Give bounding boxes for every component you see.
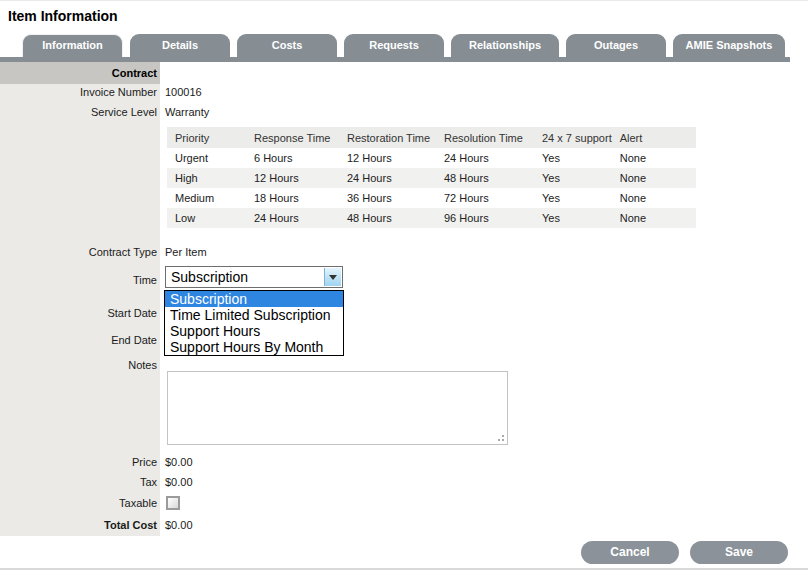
col-header-priority: Priority [167, 127, 246, 148]
bottom-divider [0, 568, 808, 570]
contract-type-label: Contract Type [0, 246, 157, 259]
cell: Medium [167, 188, 246, 208]
col-header-24x7-support: 24 x 7 support [534, 127, 612, 148]
end-date-label: End Date [0, 334, 157, 347]
cell: 24 Hours [246, 208, 339, 228]
tab-outages[interactable]: Outages [566, 34, 666, 57]
cell: 96 Hours [436, 208, 534, 228]
cell: None [612, 188, 696, 208]
save-button[interactable]: Save [690, 541, 788, 564]
total-cost-label: Total Cost [0, 519, 157, 532]
col-header-resolution-time: Resolution Time [436, 127, 534, 148]
select-arrow-button[interactable] [324, 268, 341, 286]
dropdown-option-support-hours[interactable]: Support Hours [165, 323, 343, 339]
tab-information[interactable]: Information [22, 34, 123, 57]
col-header-restoration-time: Restoration Time [339, 127, 436, 148]
resize-handle-icon [498, 439, 500, 441]
cell: Low [167, 208, 246, 228]
cell: 36 Hours [339, 188, 436, 208]
table-row-urgent: Urgent 6 Hours 12 Hours 24 Hours Yes Non… [167, 148, 696, 168]
cell: 48 Hours [339, 208, 436, 228]
cell: None [612, 148, 696, 168]
taxable-label: Taxable [0, 497, 157, 510]
cell: Yes [534, 208, 612, 228]
cell: 12 Hours [246, 168, 339, 188]
form-content: Contract Invoice Number 100016 Service L… [0, 62, 808, 536]
start-date-label: Start Date [0, 307, 157, 320]
notes-label: Notes [0, 359, 157, 372]
cancel-button[interactable]: Cancel [581, 541, 679, 564]
contract-type-value: Per Item [165, 246, 207, 259]
cell: None [612, 208, 696, 228]
chevron-down-icon [329, 275, 337, 280]
col-header-response-time: Response Time [246, 127, 339, 148]
resize-handle-icon[interactable] [502, 439, 504, 441]
price-value: $0.00 [165, 456, 193, 469]
tab-amie-snapshots[interactable]: AMIE Snapshots [673, 34, 785, 57]
price-label: Price [0, 456, 157, 469]
taxable-checkbox[interactable] [166, 496, 180, 510]
cell: 24 Hours [436, 148, 534, 168]
service-level-label: Service Level [0, 106, 157, 119]
dropdown-option-time-limited-subscription[interactable]: Time Limited Subscription [165, 307, 343, 323]
time-select-value: Subscription [171, 269, 248, 285]
table-header-row: Priority Response Time Restoration Time … [167, 127, 696, 148]
dropdown-option-support-hours-by-month[interactable]: Support Hours By Month [165, 339, 343, 355]
dropdown-option-subscription[interactable]: Subscription [165, 291, 343, 307]
invoice-number-label: Invoice Number [0, 86, 157, 99]
cell: 18 Hours [246, 188, 339, 208]
notes-textarea[interactable] [167, 371, 508, 445]
tax-value: $0.00 [165, 476, 193, 489]
tab-details[interactable]: Details [130, 34, 230, 57]
cell: 72 Hours [436, 188, 534, 208]
table-row-medium: Medium 18 Hours 36 Hours 72 Hours Yes No… [167, 188, 696, 208]
cell: Urgent [167, 148, 246, 168]
cell: Yes [534, 188, 612, 208]
total-cost-value: $0.00 [165, 519, 193, 532]
time-dropdown-list: Subscription Time Limited Subscription S… [164, 290, 344, 356]
cell: Yes [534, 168, 612, 188]
cell: 12 Hours [339, 148, 436, 168]
section-header-contract: Contract [0, 62, 160, 84]
cell: 24 Hours [339, 168, 436, 188]
cell: 48 Hours [436, 168, 534, 188]
time-select[interactable]: Subscription [165, 266, 343, 288]
cell: High [167, 168, 246, 188]
tax-label: Tax [0, 476, 157, 489]
cell: Yes [534, 148, 612, 168]
table-row-high: High 12 Hours 24 Hours 48 Hours Yes None [167, 168, 696, 188]
resize-handle-icon [502, 435, 504, 437]
table-row-low: Low 24 Hours 48 Hours 96 Hours Yes None [167, 208, 696, 228]
time-label: Time [0, 274, 157, 287]
invoice-number-value: 100016 [165, 86, 202, 99]
tab-relationships[interactable]: Relationships [451, 34, 559, 57]
item-information-page: Item Information Information Details Cos… [0, 0, 808, 574]
tab-bar: Information Details Costs Requests Relat… [22, 34, 792, 57]
cell: None [612, 168, 696, 188]
service-level-table: Priority Response Time Restoration Time … [167, 127, 696, 228]
service-level-value: Warranty [165, 106, 209, 119]
col-header-alert: Alert [612, 127, 696, 148]
page-title: Item Information [8, 8, 118, 24]
tab-requests[interactable]: Requests [344, 34, 444, 57]
tab-costs[interactable]: Costs [237, 34, 337, 57]
cell: 6 Hours [246, 148, 339, 168]
